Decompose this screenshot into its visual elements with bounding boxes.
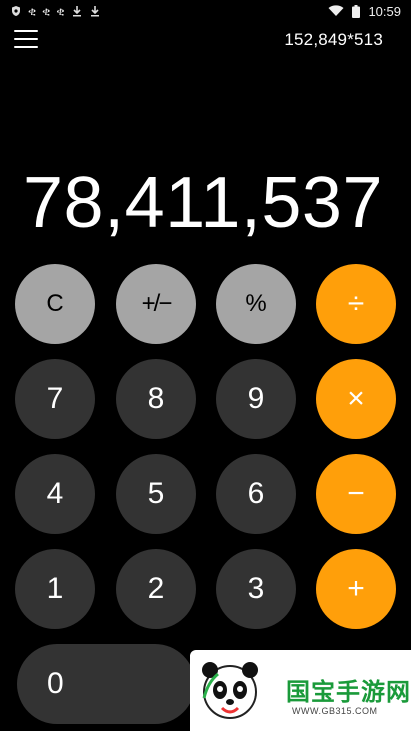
- digit-9-button[interactable]: 9: [216, 359, 296, 439]
- wifi-icon: [328, 5, 344, 16]
- expression-display: 152,849*513: [284, 30, 383, 49]
- status-right-icons: 10:59: [328, 4, 401, 19]
- digit-5-button[interactable]: 5: [116, 454, 196, 534]
- minus-button[interactable]: −: [316, 454, 396, 534]
- shield-icon: [12, 6, 20, 16]
- app-icon: ቂ: [42, 4, 51, 18]
- panda-logo-icon: [202, 662, 258, 719]
- status-left-icons: ቂ ቂ ቂ: [10, 5, 101, 17]
- app-icon: ቂ: [56, 4, 65, 18]
- download-icon: [90, 6, 99, 17]
- watermark-title: 国宝手游网: [286, 679, 411, 706]
- app-icon: ቂ: [28, 4, 37, 18]
- digit-2-button[interactable]: 2: [116, 549, 196, 629]
- digit-7-button[interactable]: 7: [15, 359, 95, 439]
- top-bar: 152,849*513: [0, 22, 411, 62]
- percent-button[interactable]: %: [216, 264, 296, 344]
- status-bar: ቂ ቂ ቂ 10:59: [0, 0, 411, 22]
- plus-button[interactable]: +: [316, 549, 396, 629]
- result-display: 78,411,537: [22, 163, 383, 243]
- download-icon: [72, 6, 81, 17]
- digit-4-button[interactable]: 4: [15, 454, 95, 534]
- clear-button[interactable]: C: [15, 264, 95, 344]
- watermark-url: WWW.GB315.COM: [292, 706, 378, 716]
- digit-8-button[interactable]: 8: [116, 359, 196, 439]
- digit-0-button[interactable]: 0: [17, 644, 195, 724]
- digit-3-button[interactable]: 3: [216, 549, 296, 629]
- digit-1-button[interactable]: 1: [15, 549, 95, 629]
- divide-button[interactable]: ÷: [316, 264, 396, 344]
- battery-icon: [352, 4, 361, 18]
- plus-minus-button[interactable]: +/−: [116, 264, 196, 344]
- menu-icon[interactable]: [14, 30, 38, 48]
- digit-6-button[interactable]: 6: [216, 454, 296, 534]
- watermark: 国宝手游网 WWW.GB315.COM: [190, 650, 411, 731]
- status-time: 10:59: [368, 3, 401, 19]
- multiply-button[interactable]: ×: [316, 359, 396, 439]
